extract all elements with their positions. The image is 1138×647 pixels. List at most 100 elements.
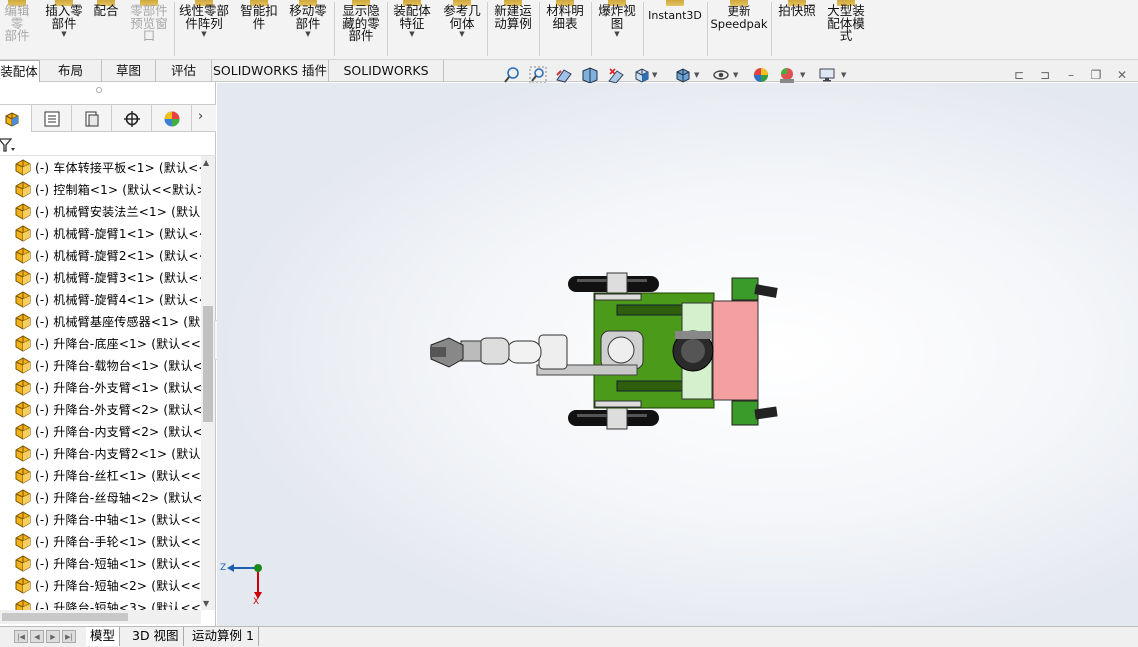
hide-show-items-icon[interactable] — [712, 66, 730, 84]
show-hidden-components-button[interactable]: 显示隐 藏的零 部件 — [338, 0, 384, 59]
previous-view-icon[interactable] — [555, 66, 573, 84]
part-icon — [15, 599, 31, 610]
tab-configuration-manager[interactable] — [72, 105, 112, 132]
display-style-icon[interactable] — [674, 66, 692, 84]
tab-solidworks-mbd[interactable]: SOLIDWORKS MBD — [329, 60, 444, 99]
zoom-to-area-icon[interactable] — [529, 66, 547, 84]
tab-motion-study[interactable]: 运动算例 1 — [188, 627, 259, 646]
restore-icon[interactable]: ❐ — [1089, 68, 1103, 82]
new-motion-study-button[interactable]: 新建运 动算例 — [490, 0, 536, 59]
last-tab-icon[interactable]: ▶| — [62, 630, 76, 643]
move-component-button[interactable]: 移动零 部件 ▼ — [286, 0, 330, 59]
view-settings-icon[interactable] — [818, 66, 836, 84]
filter-icon[interactable] — [0, 137, 16, 153]
tree-item[interactable]: (-) 机械臂基座传感器<1> (默认 — [0, 310, 201, 332]
chevron-down-icon[interactable]: ▼ — [409, 30, 414, 38]
part-icon — [15, 313, 31, 330]
chevron-right-icon[interactable]: › — [198, 109, 203, 124]
chevron-down-icon[interactable]: ▼ — [201, 30, 206, 38]
part-icon — [15, 401, 31, 418]
tab-property-manager[interactable] — [32, 105, 72, 132]
tab-assembly[interactable]: 装配体 — [0, 60, 40, 82]
smart-fasteners-button[interactable]: 智能扣 件 — [237, 0, 281, 59]
tree-item-label: (-) 机械臂-旋臂1<1> (默认<< — [35, 226, 201, 241]
tree-item[interactable]: (-) 机械臂-旋臂4<1> (默认<< — [0, 288, 201, 310]
tree-item[interactable]: (-) 升降台-内支臂<2> (默认<< — [0, 420, 201, 442]
chevron-down-icon[interactable]: ▼ — [614, 30, 619, 38]
tree-item[interactable]: (-) 升降台-手轮<1> (默认<<默 — [0, 530, 201, 552]
tree-item[interactable]: (-) 机械臂安装法兰<1> (默认< — [0, 200, 201, 222]
scrollbar-thumb[interactable] — [2, 613, 128, 621]
tree-item[interactable]: (-) 升降台-外支臂<1> (默认<< — [0, 376, 201, 398]
dynamic-annotation-views-icon[interactable] — [607, 66, 625, 84]
tab-feature-manager[interactable] — [0, 105, 32, 132]
apply-scene-icon[interactable] — [778, 66, 796, 84]
first-tab-icon[interactable]: |◀ — [14, 630, 28, 643]
tree-item[interactable]: (-) 机械臂-旋臂3<1> (默认<< — [0, 266, 201, 288]
chevron-down-icon[interactable]: ▼ — [459, 30, 464, 38]
exploded-view-button[interactable]: 爆炸视 图 ▼ — [594, 0, 640, 59]
tab-evaluate[interactable]: 评估 — [156, 60, 212, 82]
tree-item[interactable]: (-) 升降台-短轴<1> (默认<<默 — [0, 552, 201, 574]
tree-item[interactable]: (-) 机械臂-旋臂1<1> (默认<< — [0, 222, 201, 244]
tree-item[interactable]: (-) 升降台-中轴<1> (默认<<默 — [0, 508, 201, 530]
previous-tab-icon[interactable]: ◀ — [30, 630, 44, 643]
graphics-area[interactable]: Z X — [217, 83, 1138, 626]
reference-geometry-button[interactable]: 参考几 何体 ▼ — [440, 0, 484, 59]
tab-solidworks-addins[interactable]: SOLIDWORKS 插件 — [212, 60, 329, 82]
tab-sketch[interactable]: 草图 — [102, 60, 156, 82]
tree-vertical-scrollbar[interactable]: ▲ ▼ — [201, 156, 215, 610]
next-tab-icon[interactable]: ▶ — [46, 630, 60, 643]
window-tile-left-icon[interactable]: ⊏ — [1012, 68, 1026, 82]
tab-3d-view[interactable]: 3D 视图 — [128, 627, 184, 646]
tab-dimxpert-manager[interactable] — [112, 105, 152, 132]
view-orientation-icon[interactable] — [633, 66, 651, 84]
tree-item[interactable]: (-) 机械臂-旋臂2<1> (默认<< — [0, 244, 201, 266]
tab-model[interactable]: 模型 — [86, 627, 121, 646]
tree-item[interactable]: (-) 升降台-载物台<1> (默认<< — [0, 354, 201, 376]
edit-component-button[interactable]: 编辑零 部件 — [0, 0, 34, 59]
instant3d-button[interactable]: Instant3D — [646, 0, 704, 59]
edit-appearance-icon[interactable] — [752, 66, 770, 84]
mate-button[interactable]: 配合 — [90, 0, 122, 59]
bill-of-materials-button[interactable]: 材料明 细表 — [542, 0, 588, 59]
tree-item-label: (-) 升降台-内支臂2<1> (默认<< — [35, 446, 201, 461]
tab-layout[interactable]: 布局 — [40, 60, 102, 82]
tree-item[interactable]: (-) 升降台-底座<1> (默认<<默 — [0, 332, 201, 354]
tree-horizontal-scrollbar[interactable] — [0, 610, 201, 624]
minimize-icon[interactable]: – — [1064, 68, 1078, 82]
zoom-to-fit-icon[interactable] — [503, 66, 521, 84]
snapshot-button[interactable]: 拍快照 — [774, 0, 820, 59]
tree-item[interactable]: (-) 控制箱<1> (默认<<默认>_ — [0, 178, 201, 200]
tree-item[interactable]: (-) 升降台-内支臂2<1> (默认<< — [0, 442, 201, 464]
chevron-down-icon[interactable]: ▼ — [841, 71, 846, 79]
assembly-features-button[interactable]: 装配体 特征 ▼ — [390, 0, 434, 59]
chevron-down-icon[interactable]: ▼ — [652, 71, 657, 79]
tree-item[interactable]: (-) 车体转接平板<1> (默认<< — [0, 156, 201, 178]
tree-item[interactable]: (-) 升降台-丝母轴<2> (默认<< — [0, 486, 201, 508]
chevron-down-icon[interactable]: ▼ — [305, 30, 310, 38]
tree-item[interactable]: (-) 升降台-短轴<3> (默认<<默 — [0, 596, 201, 610]
component-preview-button[interactable]: 零部件 预览窗 口 — [126, 0, 172, 59]
update-speedpak-button[interactable]: 更新 Speedpak — [710, 0, 768, 59]
tree-item-label: (-) 车体转接平板<1> (默认<< — [35, 160, 201, 175]
tree-item[interactable]: (-) 升降台-短轴<2> (默认<<默 — [0, 574, 201, 596]
close-icon[interactable]: ✕ — [1115, 68, 1129, 82]
window-tile-right-icon[interactable]: ⊐ — [1038, 68, 1052, 82]
section-view-icon[interactable] — [581, 66, 599, 84]
robot-model[interactable] — [430, 272, 778, 430]
panel-grip-icon[interactable] — [96, 87, 102, 93]
tab-display-manager[interactable] — [152, 105, 192, 132]
large-assembly-mode-button[interactable]: 大型装 配体模 式 — [822, 0, 870, 59]
scrollbar-thumb[interactable] — [203, 306, 213, 422]
insert-component-button[interactable]: 插入零 部件 ▼ — [42, 0, 86, 59]
chevron-down-icon[interactable]: ▼ — [733, 71, 738, 79]
scroll-up-icon[interactable]: ▲ — [203, 158, 209, 167]
scroll-down-icon[interactable]: ▼ — [203, 599, 209, 608]
tree-item[interactable]: (-) 升降台-丝杠<1> (默认<<默 — [0, 464, 201, 486]
tree-item[interactable]: (-) 升降台-外支臂<2> (默认<< — [0, 398, 201, 420]
chevron-down-icon[interactable]: ▼ — [61, 30, 66, 38]
chevron-down-icon[interactable]: ▼ — [800, 71, 805, 79]
linear-pattern-button[interactable]: 线性零部 件阵列 ▼ — [176, 0, 232, 59]
chevron-down-icon[interactable]: ▼ — [694, 71, 699, 79]
